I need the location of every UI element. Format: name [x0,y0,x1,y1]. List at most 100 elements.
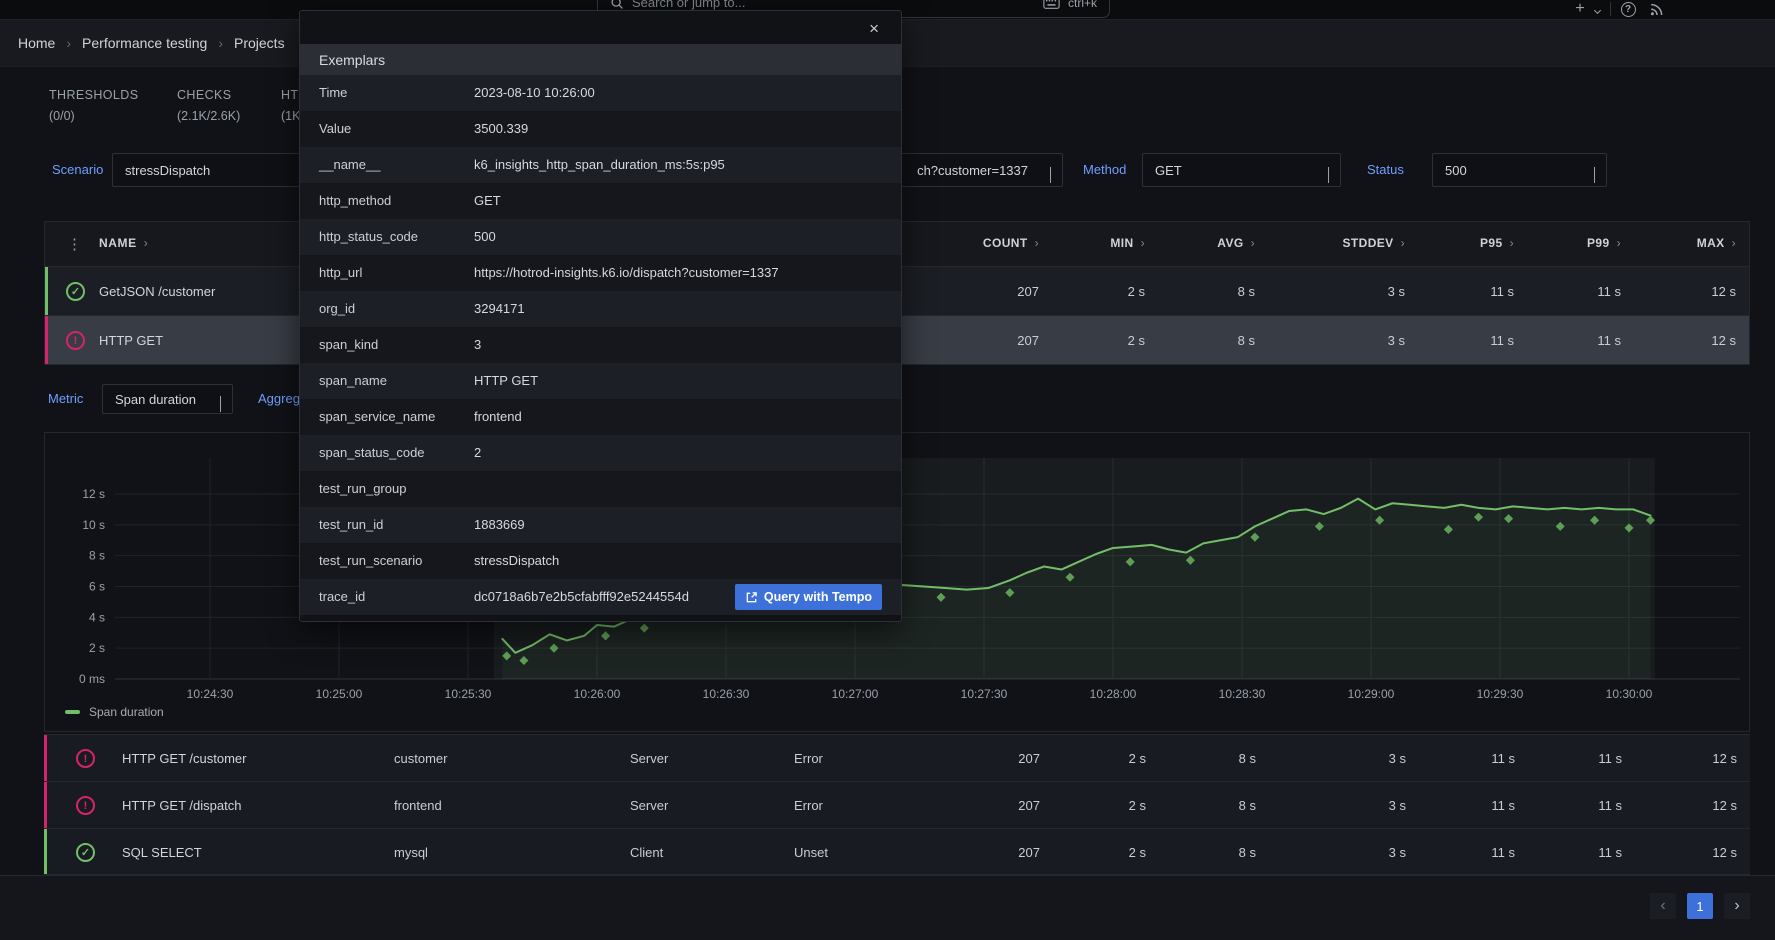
popup-row: test_run_id1883669 [300,507,901,543]
popup-row: Time2023-08-10 10:26:00 [300,75,901,111]
method-select[interactable]: GET [1142,153,1341,187]
exemplars-popup: × Exemplars Time2023-08-10 10:26:00Value… [299,10,902,622]
span-name: HTTP GET /customer [122,751,247,766]
y-axis-tick: 12 s [82,487,105,501]
popup-row: span_status_code2 [300,435,901,471]
breadcrumb-projects[interactable]: Projects [234,35,285,51]
span-value: 2 s [1129,845,1146,860]
help-icon[interactable]: ? [1620,0,1636,18]
x-axis-tick: 10:26:30 [703,687,750,701]
popup-row: Value3500.339 [300,111,901,147]
column-header-min[interactable]: MIN› [1110,236,1145,250]
keyboard-icon [1043,0,1060,9]
row-value: 3 s [1388,333,1405,348]
span-table-row[interactable]: !HTTP GET /customercustomerServerError20… [44,734,1750,781]
chevron-down-icon[interactable] [1591,0,1603,18]
column-header-name[interactable]: NAME› [99,236,148,250]
external-link-icon [745,591,758,604]
span-value: 12 s [1712,845,1737,860]
query-with-tempo-button[interactable]: Query with Tempo [735,584,882,610]
column-header-stddev[interactable]: STDDEV› [1343,236,1405,250]
row-value: 11 s [1597,284,1621,299]
popup-row: test_run_scenariostressDispatch [300,543,901,579]
breadcrumb-performance-testing[interactable]: Performance testing [82,35,207,51]
span-value: 11 s [1598,845,1622,860]
span-kind: Client [630,845,663,860]
legend-color-icon [65,710,80,714]
column-header-max[interactable]: MAX› [1697,236,1736,250]
column-header-p95[interactable]: P95› [1480,236,1514,250]
popup-row: span_kind3 [300,327,901,363]
popup-row-label: __name__ [319,157,380,172]
x-axis-tick: 10:29:00 [1348,687,1395,701]
column-header-avg[interactable]: AVG› [1217,236,1255,250]
span-value: 11 s [1491,845,1515,860]
sort-icon: › [1510,236,1514,250]
check-circle-icon: ✓ [76,843,95,862]
span-status: Unset [794,845,828,860]
x-axis-tick: 10:25:30 [445,687,492,701]
row-status-strip [44,735,47,781]
popup-row-label: span_service_name [319,409,435,424]
row-value: 11 s [1597,333,1621,348]
y-axis-tick: 8 s [89,549,105,563]
x-axis-tick: 10:27:00 [832,687,879,701]
span-value: 8 s [1239,751,1256,766]
popup-title: Exemplars [300,44,901,75]
close-icon[interactable]: × [863,17,885,41]
status-select[interactable]: 500 [1432,153,1607,187]
popup-row-label: http_url [319,265,362,280]
news-icon[interactable] [1648,0,1665,18]
x-axis-tick: 10:26:00 [574,687,621,701]
span-value: 207 [1018,845,1040,860]
row-value: 2 s [1128,284,1145,299]
popup-row-value: 500 [474,229,496,244]
x-axis-tick: 10:28:00 [1090,687,1137,701]
topbar-divider [1610,2,1611,16]
x-axis-tick: 10:27:30 [961,687,1008,701]
pagination-page-1[interactable]: 1 [1687,893,1713,919]
popup-row-label: span_status_code [319,445,425,460]
row-value: 207 [1017,333,1039,348]
span-table-row[interactable]: !HTTP GET /dispatchfrontendServerError20… [44,781,1750,828]
breadcrumb-home[interactable]: Home [18,35,55,51]
add-button[interactable]: + [1572,0,1588,18]
popup-row: span_nameHTTP GET [300,363,901,399]
span-table-row[interactable]: ✓SQL SELECTmysqlClientUnset2072 s8 s3 s1… [44,828,1750,875]
column-header-count[interactable]: COUNT› [983,236,1039,250]
tab-thresholds[interactable]: THRESHOLDS (0/0) [49,88,138,123]
metric-select[interactable]: Span duration [102,384,233,414]
popup-row-label: test_run_scenario [319,553,422,568]
sort-icon: › [144,236,149,250]
tab-http[interactable]: HT (1K [281,88,300,123]
legend-span-duration[interactable]: Span duration [65,705,164,719]
button-label: Query with Tempo [764,590,872,604]
pagination-prev-icon[interactable]: ‹ [1650,893,1676,919]
popup-row: http_methodGET [300,183,901,219]
span-value: 8 s [1239,845,1256,860]
column-header-p99[interactable]: P99› [1587,236,1621,250]
error-circle-icon: ! [76,749,95,768]
popup-row: http_status_code500 [300,219,901,255]
span-service: customer [394,751,447,766]
x-axis-tick: 10:30:00 [1606,687,1653,701]
search-placeholder: Search or jump to... [632,0,745,10]
tab-checks[interactable]: CHECKS (2.1K/2.6K) [177,88,240,123]
popup-row-value: frontend [474,409,522,424]
y-axis-tick: 6 s [89,579,105,593]
status-label: Status [1367,162,1404,177]
popup-row-label: Value [319,121,351,136]
x-axis-tick: 10:24:30 [187,687,234,701]
row-value: 11 s [1490,333,1514,348]
kebab-menu-icon[interactable]: ⋮ [67,235,79,253]
span-value: 2 s [1129,751,1146,766]
span-kind: Server [630,798,668,813]
y-axis-tick: 4 s [89,610,105,624]
pagination-next-icon[interactable]: › [1724,893,1750,919]
row-value: 3 s [1388,284,1405,299]
row-status-strip [44,782,47,828]
x-axis-tick: 10:28:30 [1219,687,1266,701]
search-shortcut: ctrl+k [1068,0,1097,10]
row-value: 207 [1017,284,1039,299]
span-value: 11 s [1598,798,1622,813]
